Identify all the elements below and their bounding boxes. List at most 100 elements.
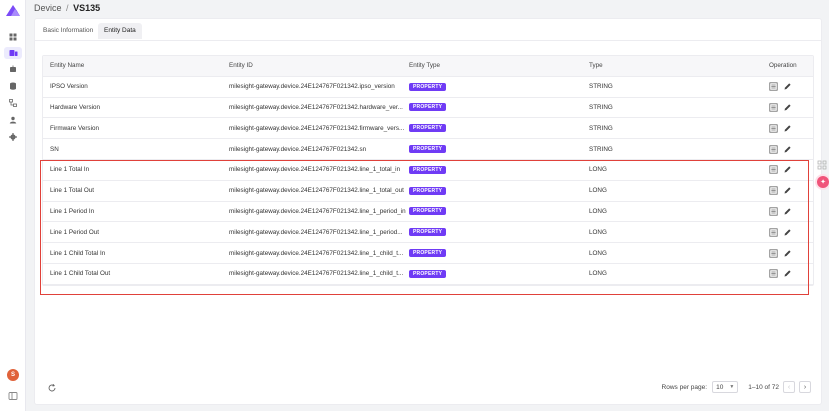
data-type-cell: LONG — [589, 270, 607, 278]
view-detail-icon[interactable] — [769, 103, 778, 112]
view-detail-icon[interactable] — [769, 248, 778, 258]
table-row: Line 1 Total Out milesight-gateway.device… — [43, 181, 813, 202]
column-header-entity-type: Entity Type — [409, 62, 441, 70]
previous-page-button[interactable]: ‹ — [783, 381, 795, 393]
edit-icon[interactable] — [783, 145, 792, 154]
device-detail-card: Basic Information Entity Data Entity Nam… — [34, 18, 822, 405]
entity-name-cell: Line 1 Period Out — [50, 228, 100, 236]
entity-type-cell: PROPERTY — [409, 77, 529, 97]
edit-icon[interactable] — [783, 228, 792, 237]
operation-cell — [769, 222, 813, 242]
entity-name-cell: IPSO Version — [50, 83, 88, 91]
data-type-cell: LONG — [589, 166, 607, 174]
user-avatar[interactable]: S — [7, 369, 19, 381]
entity-type-cell: PROPERTY — [409, 98, 529, 118]
entity-type-cell: PROPERTY — [409, 264, 529, 284]
app-logo[interactable] — [5, 4, 21, 17]
breadcrumb-separator: / — [66, 3, 69, 13]
grid-widget-icon[interactable] — [817, 160, 827, 170]
entity-type-badge: PROPERTY — [409, 124, 447, 133]
table-row: SN milesight-gateway.device.24E124767F021… — [43, 139, 813, 160]
data-type-cell: LONG — [589, 249, 607, 257]
table-row: Line 1 Period Out milesight-gateway.devic… — [43, 222, 813, 244]
view-detail-icon[interactable] — [769, 186, 778, 195]
operation-cell — [769, 243, 813, 263]
column-header-entity-id: Entity ID — [229, 62, 253, 70]
data-type-cell: LONG — [589, 187, 607, 195]
edit-icon[interactable] — [783, 165, 792, 174]
view-detail-icon[interactable] — [769, 228, 778, 237]
tab-entity-data[interactable]: Entity Data — [98, 23, 142, 39]
column-header-entity-name: Entity Name — [50, 62, 85, 70]
view-detail-icon[interactable] — [769, 207, 778, 216]
entity-type-cell: PROPERTY — [409, 139, 529, 159]
data-type-cell: LONG — [589, 228, 607, 236]
caret-down-icon: ▼ — [729, 384, 735, 390]
refresh-icon[interactable] — [47, 383, 57, 393]
entity-name-cell: Line 1 Period In — [50, 207, 95, 215]
table-row: Line 1 Child Total Out milesight-gateway.… — [43, 264, 813, 285]
database-icon[interactable] — [8, 81, 18, 91]
entity-id-cell: milesight-gateway.device.24E124767F02134… — [229, 103, 403, 111]
entity-name-cell: Line 1 Total In — [50, 166, 90, 174]
entity-name-cell: Line 1 Child Total Out — [50, 270, 111, 278]
workflow-icon[interactable] — [8, 98, 18, 108]
rows-per-page-select[interactable]: 10 ▼ — [712, 381, 739, 393]
table-row: Line 1 Total In milesight-gateway.device.… — [43, 160, 813, 181]
entity-type-badge: PROPERTY — [409, 82, 447, 91]
entity-id-cell: milesight-gateway.device.24E124767F02134… — [229, 270, 404, 278]
operation-cell — [769, 202, 813, 222]
collapse-sidebar-icon[interactable] — [8, 391, 18, 401]
entity-type-badge: PROPERTY — [409, 228, 447, 237]
entity-type-cell: PROPERTY — [409, 222, 529, 242]
entity-id-cell: milesight-gateway.device.24E124767F02134… — [229, 124, 405, 132]
edit-icon[interactable] — [783, 124, 792, 133]
entity-type-badge: PROPERTY — [409, 186, 447, 195]
edit-icon[interactable] — [783, 82, 792, 91]
table-row: Line 1 Period In milesight-gateway.device… — [43, 202, 813, 223]
view-detail-icon[interactable] — [769, 144, 778, 154]
breadcrumb-parent[interactable]: Device — [34, 3, 62, 13]
table-row: IPSO Version milesight-gateway.device.24E… — [43, 77, 813, 98]
entity-type-badge: PROPERTY — [409, 249, 447, 258]
entity-name-cell: Hardware Version — [50, 103, 101, 111]
data-type-cell: STRING — [589, 124, 613, 132]
dashboard-icon[interactable] — [8, 32, 18, 42]
operation-cell — [769, 181, 813, 201]
entity-type-badge: PROPERTY — [409, 165, 447, 174]
edit-icon[interactable] — [783, 269, 792, 278]
edit-icon[interactable] — [783, 207, 792, 216]
entity-type-badge: PROPERTY — [409, 269, 447, 278]
entity-type-badge: PROPERTY — [409, 103, 447, 112]
side-nav: S — [0, 0, 26, 411]
edit-icon[interactable] — [783, 186, 792, 195]
view-detail-icon[interactable] — [769, 124, 778, 133]
data-type-cell: STRING — [589, 83, 613, 91]
device-icon[interactable] — [4, 47, 22, 59]
user-icon[interactable] — [8, 115, 18, 125]
operation-cell — [769, 139, 813, 159]
table-header-row: Entity Name Entity ID Entity Type Type O… — [43, 56, 813, 77]
entity-type-badge: PROPERTY — [409, 207, 447, 216]
operation-cell — [769, 264, 813, 284]
tab-basic-information[interactable]: Basic Information — [37, 23, 99, 39]
view-detail-icon[interactable] — [769, 165, 778, 174]
edit-icon[interactable] — [783, 249, 792, 258]
settings-icon[interactable] — [8, 132, 18, 142]
next-page-button[interactable]: › — [799, 381, 811, 393]
entity-type-cell: PROPERTY — [409, 202, 529, 222]
rows-per-page-value: 10 — [716, 383, 724, 391]
view-detail-icon[interactable] — [769, 82, 778, 91]
gateway-icon[interactable] — [8, 64, 18, 74]
view-detail-icon[interactable] — [769, 269, 778, 278]
column-header-operation: Operation — [769, 62, 797, 70]
tab-bar: Basic Information Entity Data — [35, 19, 821, 41]
entity-table: Entity Name Entity ID Entity Type Type O… — [42, 55, 814, 286]
table-row: Hardware Version milesight-gateway.device… — [43, 98, 813, 119]
table-row: Line 1 Child Total In milesight-gateway.d… — [43, 243, 813, 264]
operation-cell — [769, 77, 813, 97]
assistant-icon[interactable]: ✦ — [817, 176, 829, 188]
edit-icon[interactable] — [783, 103, 792, 112]
entity-id-cell: milesight-gateway.device.24E124767F02134… — [229, 207, 406, 215]
entity-type-cell: PROPERTY — [409, 118, 529, 138]
